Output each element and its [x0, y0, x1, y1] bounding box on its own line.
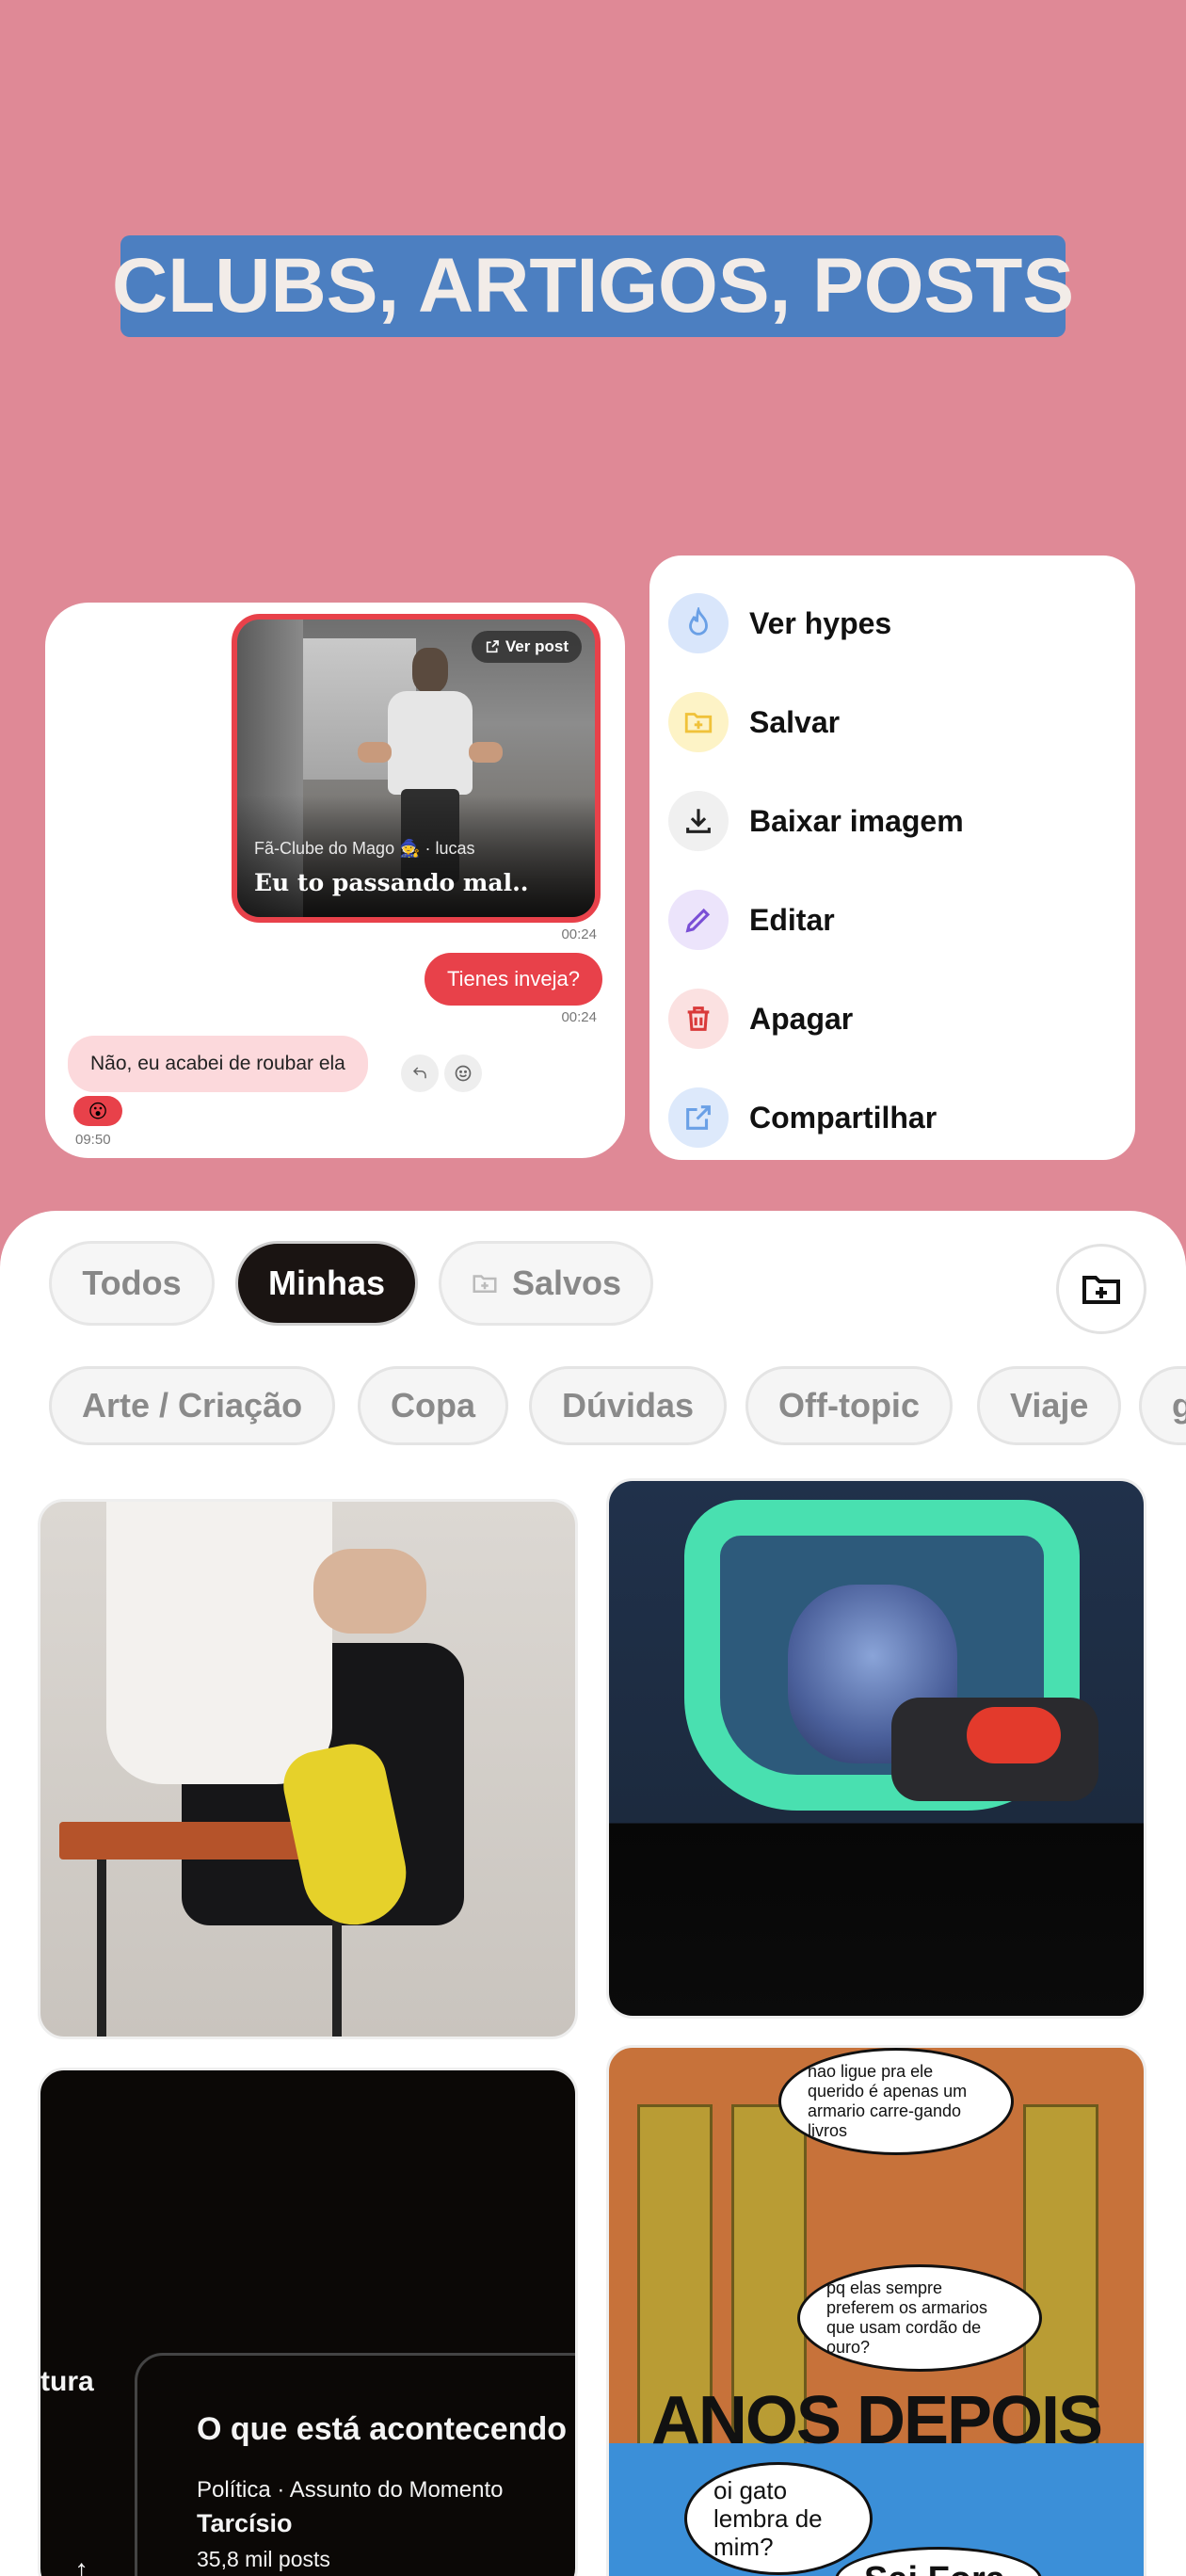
tile-text: oi gato lembra de mim? — [684, 2462, 873, 2575]
folder-plus-icon — [668, 692, 729, 752]
tile-text: Tarcísio — [197, 2509, 293, 2537]
category-chip-more[interactable]: g — [1139, 1366, 1186, 1445]
tile-art — [97, 1860, 106, 2037]
view-post-button[interactable]: Ver post — [471, 631, 582, 663]
feed-post-tile[interactable]: nao ligue pra ele querido é apenas um ar… — [606, 2045, 1146, 2576]
smile-icon — [455, 1065, 472, 1082]
menu-item-editar[interactable]: Editar — [649, 871, 1135, 970]
menu-item-label: Apagar — [749, 1002, 854, 1036]
chat-preview-card: Ver post Fã-Clube do Mago 🧙 · lucas Eu t… — [45, 603, 625, 1158]
feed-sheet: Todos Minhas Salvos Arte / Criação Copa … — [0, 1211, 1186, 2576]
chip-label: Off-topic — [778, 1386, 920, 1425]
menu-item-label: Compartilhar — [749, 1101, 938, 1135]
chip-label: Copa — [391, 1386, 475, 1425]
message-time: 00:24 — [561, 1009, 597, 1025]
flame-icon — [668, 593, 729, 653]
view-post-label: Ver post — [505, 637, 569, 655]
shared-post-card[interactable]: Ver post Fã-Clube do Mago 🧙 · lucas Eu t… — [232, 614, 601, 923]
menu-item-label: Ver hypes — [749, 606, 892, 640]
tile-art — [313, 1549, 426, 1634]
tile-text: pq elas sempre preferem os armarios que … — [797, 2264, 1042, 2372]
message-bubble-incoming[interactable]: Não, eu acabei de roubar ela — [68, 1036, 368, 1092]
tab-salvos[interactable]: Salvos — [439, 1241, 653, 1326]
reply-button[interactable] — [401, 1055, 439, 1092]
tile-art — [106, 1502, 332, 1784]
menu-item-label: Editar — [749, 903, 835, 937]
menu-item-label: Salvar — [749, 705, 841, 739]
menu-item-compartilhar[interactable]: Compartilhar — [649, 1069, 1135, 1167]
category-chip-arte[interactable]: Arte / Criação — [49, 1366, 336, 1445]
tile-text: ANOS DEPOIS — [650, 2383, 1103, 2458]
message-reaction[interactable]: 😮 — [73, 1096, 122, 1126]
tab-todos[interactable]: Todos — [49, 1241, 215, 1326]
message-time: 09:50 — [75, 1132, 111, 1148]
category-chip-copa[interactable]: Copa — [358, 1366, 508, 1445]
message-time: 00:24 — [561, 926, 597, 942]
tile-text: tura — [40, 2366, 94, 2397]
tab-label: Salvos — [511, 1264, 622, 1302]
tile-text: Política · Assunto do Momento — [197, 2477, 504, 2503]
menu-item-apagar[interactable]: Apagar — [649, 970, 1135, 1069]
external-link-icon — [486, 640, 499, 653]
menu-item-ver-hypes[interactable]: Ver hypes — [649, 574, 1135, 673]
tile-art — [967, 1707, 1061, 1763]
menu-item-salvar[interactable]: Salvar — [649, 673, 1135, 772]
trash-icon — [668, 989, 729, 1049]
category-chip-duvidas[interactable]: Dúvidas — [529, 1366, 728, 1445]
pencil-icon — [668, 890, 729, 950]
tile-text: 35,8 mil posts — [197, 2547, 330, 2571]
tab-label: Todos — [82, 1264, 182, 1302]
category-chip-off-topic[interactable]: Off-topic — [745, 1366, 953, 1445]
share-icon — [668, 1087, 729, 1148]
tab-label: Minhas — [267, 1264, 385, 1302]
feed-post-tile[interactable]: tura O que está acontecendo Política · A… — [38, 2068, 578, 2576]
menu-item-label: Baixar imagem — [749, 804, 964, 838]
tile-art — [135, 2353, 575, 2576]
chip-label: Viaje — [1010, 1386, 1089, 1425]
post-actions-menu: Ver hypes Salvar Baixar imagem Editar Ap… — [649, 555, 1135, 1160]
tile-text: nao ligue pra ele querido é apenas um ar… — [778, 2048, 1014, 2155]
tile-text: O que está acontecendo — [197, 2411, 567, 2447]
hero-title: CLUBS, ARTIGOS, POSTS — [112, 235, 1074, 337]
tab-minhas[interactable]: Minhas — [235, 1241, 418, 1326]
folder-icon — [473, 1275, 497, 1293]
message-bubble-outgoing[interactable]: Tienes inveja? — [424, 953, 602, 1006]
post-meta: Fã-Clube do Mago 🧙 · lucas — [254, 839, 475, 858]
feed-post-tile[interactable] — [606, 1478, 1146, 2019]
menu-item-baixar-imagem[interactable]: Baixar imagem — [649, 772, 1135, 871]
reply-icon — [412, 1067, 426, 1079]
arrow-up-icon: ↑ — [74, 2554, 88, 2576]
feed-post-tile[interactable] — [38, 1499, 578, 2039]
chip-label: Dúvidas — [562, 1386, 695, 1425]
chip-label: Arte / Criação — [82, 1386, 303, 1425]
folder-plus-icon — [1082, 1276, 1120, 1304]
post-caption: Eu to passando mal.. — [254, 869, 529, 896]
new-folder-button[interactable] — [1056, 1244, 1146, 1334]
category-chip-viaje[interactable]: Viaje — [977, 1366, 1122, 1445]
chip-label: g — [1172, 1386, 1186, 1425]
react-button[interactable] — [444, 1055, 482, 1092]
download-icon — [668, 791, 729, 851]
